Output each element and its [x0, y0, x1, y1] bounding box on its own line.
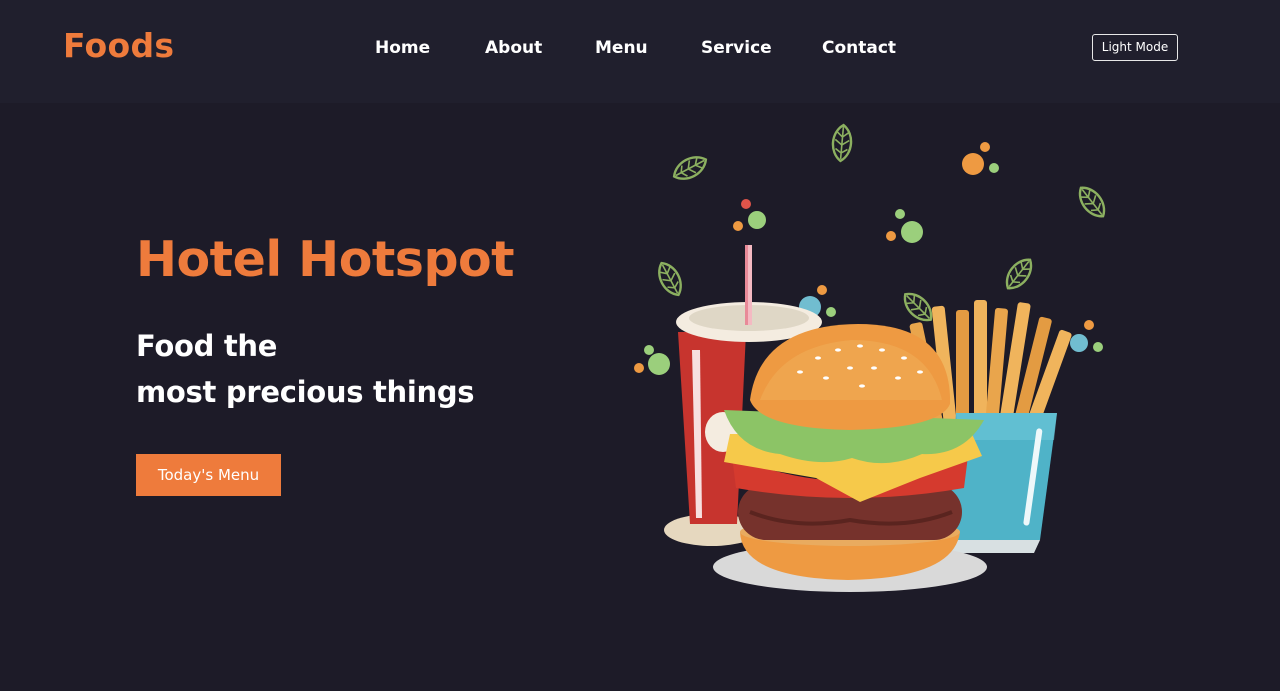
- hero-subtitle: Food the most precious things: [136, 323, 475, 415]
- todays-menu-button[interactable]: Today's Menu: [136, 454, 281, 496]
- leaf-icon: [668, 150, 712, 186]
- leaf-icon: [830, 123, 854, 163]
- nav-contact[interactable]: Contact: [822, 38, 896, 58]
- leaf-icon: [1072, 181, 1112, 223]
- hero-subtitle-line2: most precious things: [136, 375, 475, 409]
- logo[interactable]: Foods: [63, 26, 174, 65]
- leaf-icon: [999, 253, 1039, 295]
- nav-home[interactable]: Home: [375, 38, 430, 58]
- nav-menu[interactable]: Menu: [595, 38, 648, 58]
- hero-title: Hotel Hotspot: [136, 231, 515, 288]
- header: Foods Home About Menu Service Contact Li…: [0, 0, 1280, 103]
- nav-about[interactable]: About: [485, 38, 542, 58]
- light-mode-button[interactable]: Light Mode: [1092, 34, 1178, 61]
- leaf-icon: [897, 286, 939, 328]
- hero-subtitle-line1: Food the: [136, 329, 278, 363]
- leaf-icon: [652, 257, 688, 301]
- nav-service[interactable]: Service: [701, 38, 772, 58]
- burger-drink-fries-illustration: [634, 123, 1112, 592]
